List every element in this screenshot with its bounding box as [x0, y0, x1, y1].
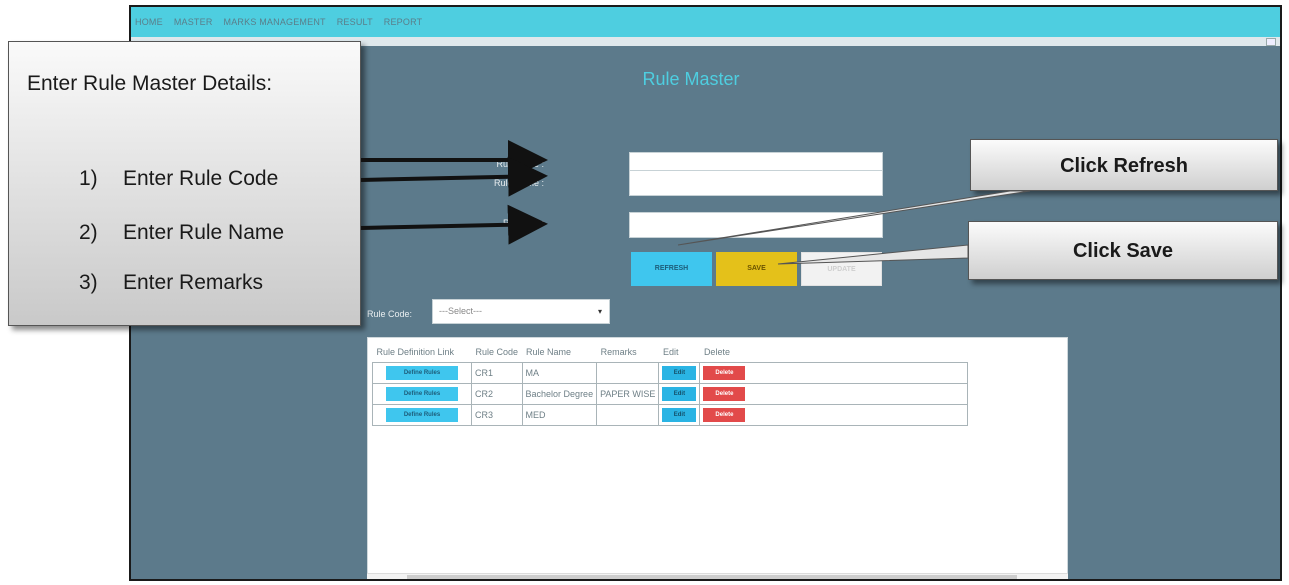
- edit-button[interactable]: Edit: [662, 387, 697, 401]
- delete-button[interactable]: Delete: [703, 387, 746, 401]
- update-button[interactable]: UPDATE: [801, 252, 882, 286]
- step-text: Enter Rule Name: [123, 221, 285, 244]
- menu-result[interactable]: RESULT: [337, 17, 373, 27]
- col-remarks: Remarks: [600, 347, 637, 357]
- table-row: Define Rules CR3 MED Edit Delete: [372, 404, 969, 426]
- col-rule-definition-link: Rule Definition Link: [376, 347, 455, 357]
- remarks-input[interactable]: [629, 212, 883, 238]
- menu-report[interactable]: REPORT: [384, 17, 423, 27]
- col-edit: Edit: [662, 347, 679, 357]
- rule-name-label: Rule Name :: [493, 178, 544, 188]
- col-rule-name: Rule Name: [526, 347, 572, 357]
- click-save-tip: Click Save: [968, 221, 1278, 280]
- scrollbar-thumb[interactable]: [407, 575, 1017, 579]
- rule-code-label: Rule Code :: [496, 159, 544, 169]
- rule-name-input[interactable]: [629, 170, 883, 196]
- menu-bar: HOME MASTER MARKS MANAGEMENT RESULT REPO…: [131, 7, 1280, 37]
- step-text: Enter Rule Code: [123, 167, 279, 190]
- rule-code-select[interactable]: ---Select--- ▾: [432, 299, 610, 324]
- step-number: 2): [79, 221, 98, 244]
- step-number: 1): [79, 167, 98, 190]
- step-text: Enter Remarks: [123, 271, 264, 294]
- remarks-cell: [596, 404, 660, 426]
- col-delete: Delete: [703, 347, 730, 357]
- rule-code-select-value: ---Select---: [439, 306, 482, 316]
- remarks-cell: PAPER WISE: [596, 383, 660, 405]
- rule-name-cell: Bachelor Degree: [521, 383, 598, 405]
- click-refresh-tip: Click Refresh: [970, 139, 1278, 191]
- menu-home[interactable]: HOME: [135, 17, 163, 27]
- col-rule-code: Rule Code: [475, 347, 519, 357]
- edit-button[interactable]: Edit: [662, 366, 697, 380]
- rule-name-cell: MA: [521, 362, 598, 384]
- rule-code-cell: CR3: [471, 404, 523, 426]
- edit-button[interactable]: Edit: [662, 408, 697, 422]
- table-row: Define Rules CR1 MA Edit Delete: [372, 362, 969, 384]
- rule-code-filter-label: Rule Code:: [367, 309, 413, 319]
- chevron-down-icon: ▾: [597, 307, 602, 316]
- horizontal-scrollbar[interactable]: [367, 573, 1068, 579]
- scroll-arrow-icon[interactable]: [1266, 38, 1276, 46]
- delete-button[interactable]: Delete: [703, 366, 746, 380]
- step-number: 3): [79, 271, 98, 294]
- grid-header-row: Rule Definition Link Rule Code Rule Name…: [373, 342, 968, 363]
- page-title: Rule Master: [642, 69, 740, 89]
- table-row: Define Rules CR2 Bachelor Degree PAPER W…: [372, 383, 969, 405]
- remarks-cell: [596, 362, 660, 384]
- rule-code-cell: CR2: [471, 383, 523, 405]
- instruction-callout: Enter Rule Master Details: 1) Enter Rule…: [8, 41, 361, 326]
- rule-code-cell: CR1: [471, 362, 523, 384]
- refresh-button[interactable]: REFRESH: [631, 252, 712, 286]
- remarks-label: Remarks :: [502, 218, 544, 228]
- define-rules-button[interactable]: Define Rules: [386, 408, 458, 422]
- define-rules-button[interactable]: Define Rules: [386, 366, 458, 380]
- rules-grid: Rule Definition Link Rule Code Rule Name…: [367, 337, 1068, 576]
- callout-heading: Enter Rule Master Details:: [27, 72, 273, 95]
- define-rules-button[interactable]: Define Rules: [386, 387, 458, 401]
- rule-name-cell: MED: [521, 404, 598, 426]
- menu-marks-management[interactable]: MARKS MANAGEMENT: [224, 17, 326, 27]
- save-button[interactable]: SAVE: [716, 252, 797, 286]
- delete-button[interactable]: Delete: [703, 408, 746, 422]
- menu-master[interactable]: MASTER: [174, 17, 213, 27]
